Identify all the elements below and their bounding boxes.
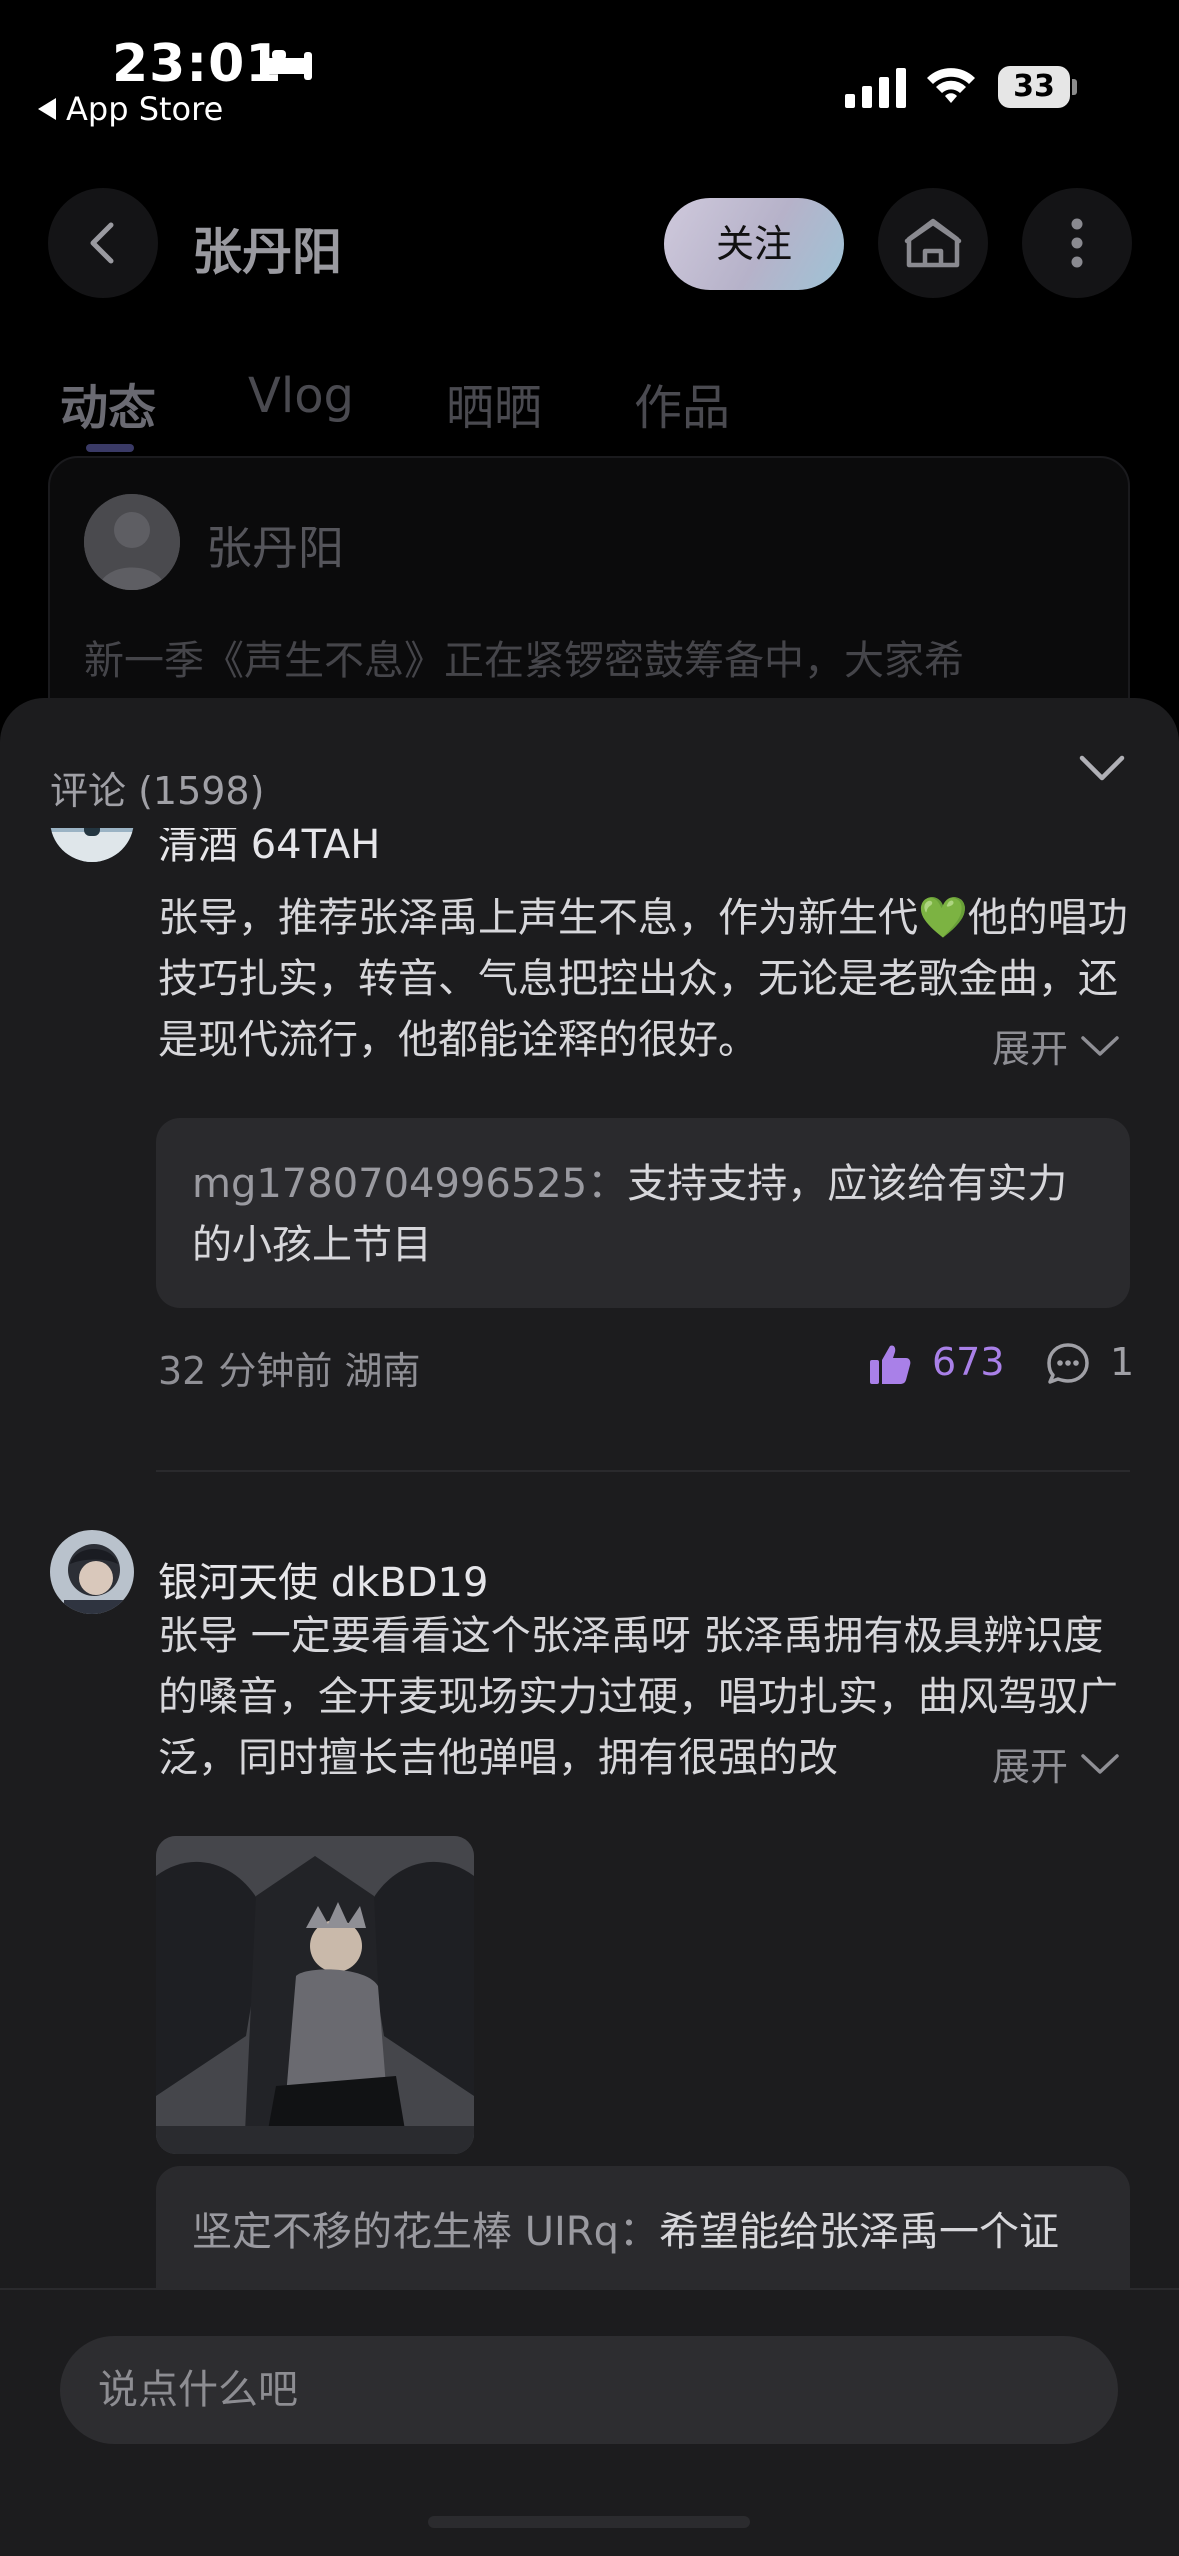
homepage-button[interactable] <box>878 188 988 298</box>
reply-username[interactable]: mg1780704996525： <box>192 1161 627 1207</box>
reply-count: 1 <box>1110 1340 1135 1384</box>
battery-level: 33 <box>998 66 1070 108</box>
battery-indicator: 33 <box>998 66 1078 108</box>
person-avatar-icon <box>84 494 180 590</box>
home-indicator <box>428 2516 750 2528</box>
comments-list[interactable]: 清酒 64TAH 张导，推荐张泽禹上声生不息，作为新生代💚他的唱功技巧扎实，转音… <box>0 828 1179 2288</box>
back-app-label: App Store <box>66 90 224 128</box>
tab-works[interactable]: 作品 <box>634 368 730 438</box>
more-options-button[interactable] <box>1022 188 1132 298</box>
chevron-down-icon <box>1081 1753 1119 1774</box>
reply-preview[interactable]: 坚定不移的花生棒 UIRq：希望能给张泽禹一个证 <box>156 2166 1130 2288</box>
home-icon <box>904 218 962 268</box>
performer-photo-icon <box>156 1836 474 2154</box>
comment-meta: 32 分钟前 湖南 <box>158 1349 421 1393</box>
status-bar: 23:01 App Store 33 <box>0 0 1179 140</box>
commenter-name[interactable]: 清酒 64TAH <box>158 828 380 870</box>
active-tab-indicator <box>86 444 134 452</box>
chevron-left-icon <box>90 222 114 264</box>
profile-tabs: 动态 Vlog 晒晒 作品 <box>60 368 822 438</box>
chevron-down-icon <box>1081 1035 1119 1056</box>
expand-fade <box>930 1728 990 1788</box>
page-title: 张丹阳 <box>192 223 342 281</box>
sleep-focus-icon <box>260 48 312 80</box>
avatar-photo-icon <box>50 828 134 862</box>
thumbs-up-icon[interactable] <box>868 1342 912 1386</box>
comment-input[interactable] <box>60 2336 1118 2444</box>
status-time: 23:01 <box>112 34 283 94</box>
post-text: 新一季《声生不息》正在紧锣密鼓筹备中，大家希 <box>84 638 964 684</box>
reply-text: 希望能给张泽禹一个证 <box>658 2209 1059 2255</box>
commenter-avatar[interactable] <box>50 828 134 862</box>
comment-image[interactable] <box>156 1836 474 2154</box>
tab-dynamics[interactable]: 动态 <box>60 368 156 438</box>
battery-cap <box>1072 79 1077 95</box>
commenter-avatar[interactable] <box>50 1530 134 1614</box>
expand-label: 展开 <box>992 1745 1069 1789</box>
avatar-photo-icon <box>50 1530 134 1614</box>
comment-divider <box>156 1470 1130 1472</box>
profile-header: 张丹阳 关注 <box>0 180 1179 310</box>
post-author-name[interactable]: 张丹阳 <box>206 512 344 578</box>
expand-button[interactable]: 展开 <box>986 1018 1121 1073</box>
comments-title: 评论 (1598) <box>50 769 265 813</box>
more-vertical-icon <box>1071 218 1083 268</box>
expand-fade <box>930 1010 990 1070</box>
like-count: 673 <box>932 1340 1005 1384</box>
reply-content: mg1780704996525：支持支持，应该给有实力的小孩上节目 <box>192 1154 1102 1276</box>
back-triangle-icon <box>38 98 56 120</box>
comments-sheet: 评论 (1598) 清酒 64TAH 张导，推荐张泽禹上声生不息，作为新生代💚他… <box>0 698 1179 2556</box>
comment-bubble-icon[interactable] <box>1046 1342 1090 1386</box>
post-author-avatar[interactable] <box>84 494 180 590</box>
wifi-icon <box>927 68 975 103</box>
reply-preview[interactable]: mg1780704996525：支持支持，应该给有实力的小孩上节目 <box>156 1118 1130 1308</box>
commenter-name[interactable]: 银河天使 dkBD19 <box>158 1550 488 1608</box>
cellular-signal-icon <box>845 68 906 108</box>
comment-input-bar <box>0 2288 1179 2556</box>
reply-content: 坚定不移的花生棒 UIRq：希望能给张泽禹一个证 <box>192 2202 1102 2263</box>
back-button[interactable] <box>48 188 158 298</box>
tab-share[interactable]: 晒晒 <box>446 368 542 438</box>
tab-vlog[interactable]: Vlog <box>248 368 354 438</box>
back-to-app-store[interactable]: App Store <box>38 90 223 128</box>
follow-button[interactable]: 关注 <box>664 198 844 290</box>
chevron-down-icon[interactable] <box>1078 748 1126 788</box>
expand-label: 展开 <box>992 1027 1069 1071</box>
expand-button[interactable]: 展开 <box>986 1736 1121 1791</box>
reply-username[interactable]: 坚定不移的花生棒 UIRq： <box>192 2209 659 2255</box>
